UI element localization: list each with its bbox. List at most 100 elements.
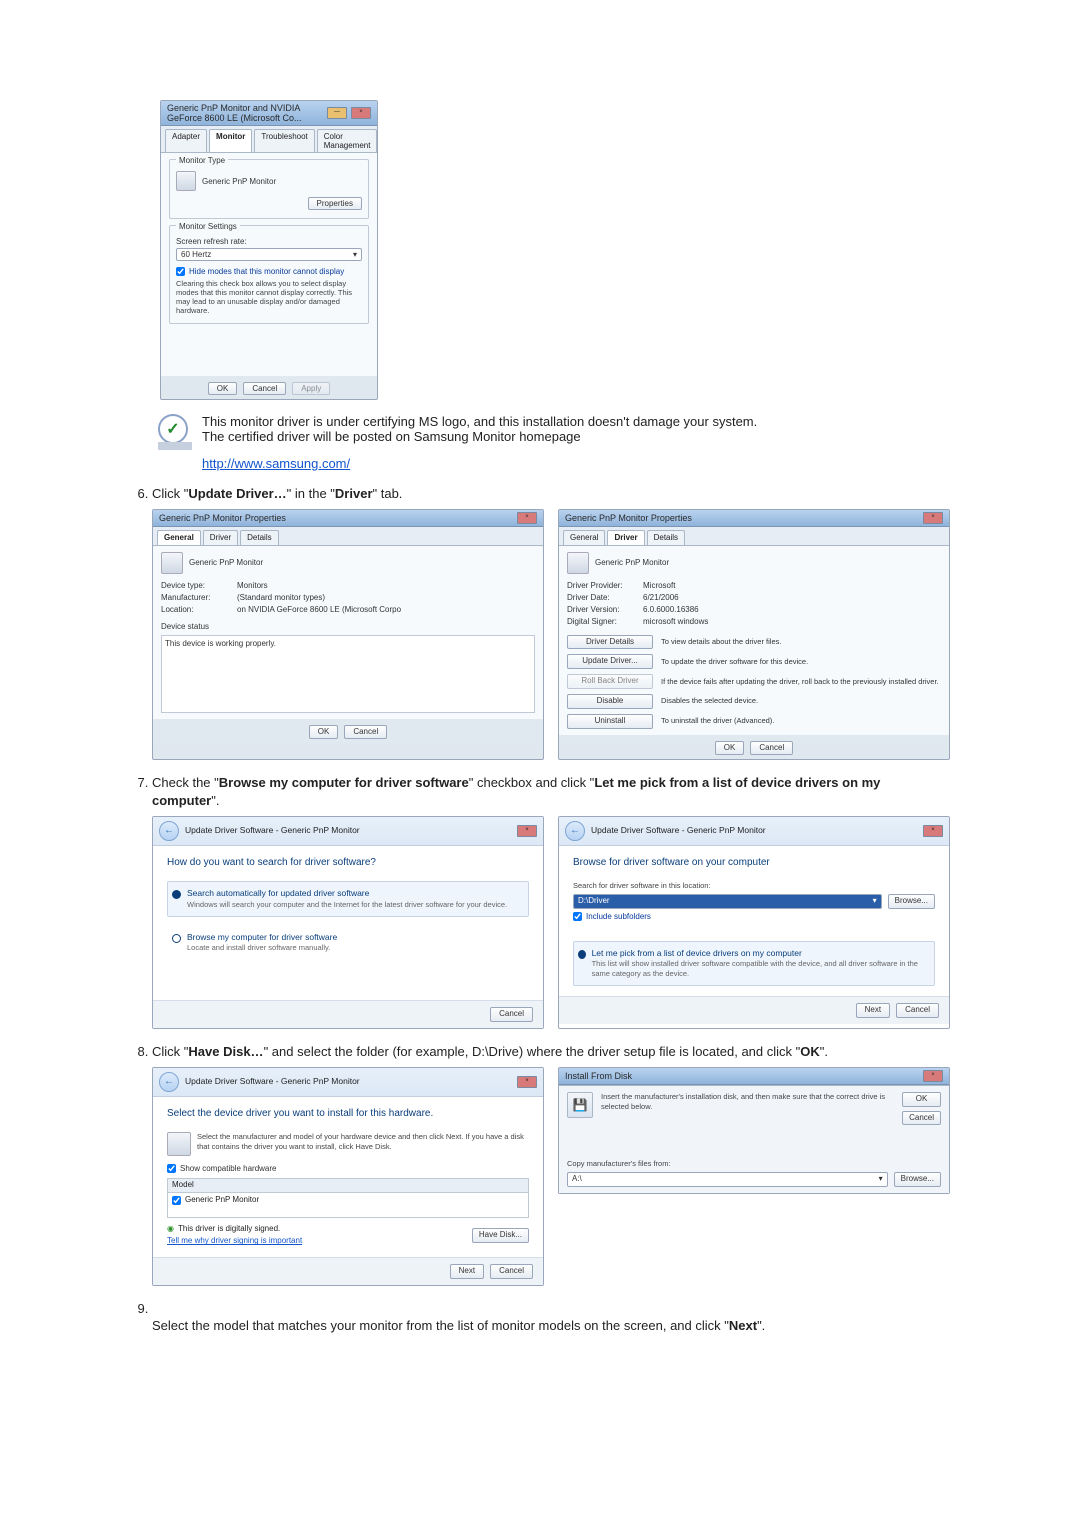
- compatible-checkbox[interactable]: Show compatible hardware: [167, 1164, 529, 1175]
- monitor-icon: [161, 552, 183, 574]
- window-title: Generic PnP Monitor Properties: [159, 512, 286, 524]
- back-icon[interactable]: ←: [159, 1072, 179, 1092]
- model-header: Model: [168, 1179, 528, 1193]
- screenshot-update-wizard-browse: ← Update Driver Software - Generic PnP M…: [558, 816, 950, 1029]
- have-disk-button[interactable]: Have Disk...: [472, 1228, 529, 1243]
- chevron-down-icon: ▾: [879, 1174, 883, 1185]
- tab-general[interactable]: General: [563, 530, 605, 546]
- cancel-button[interactable]: Cancel: [750, 741, 793, 756]
- disable-button[interactable]: Disable: [567, 694, 653, 709]
- monitor-icon: [567, 552, 589, 574]
- step-8: Click "Have Disk…" and select the folder…: [152, 1043, 950, 1286]
- uninstall-button[interactable]: Uninstall: [567, 714, 653, 729]
- ok-button[interactable]: OK: [208, 382, 238, 395]
- chevron-down-icon: ▾: [353, 250, 357, 259]
- tab-monitor[interactable]: Monitor: [209, 129, 252, 152]
- cancel-button[interactable]: Cancel: [344, 725, 387, 740]
- hide-modes-desc: Clearing this check box allows you to se…: [176, 279, 362, 315]
- tab-details[interactable]: Details: [647, 530, 685, 546]
- tab-adapter[interactable]: Adapter: [165, 129, 207, 152]
- monitor-icon: [167, 1132, 191, 1156]
- device-name: Generic PnP Monitor: [595, 558, 669, 569]
- close-icon: ×: [923, 1070, 943, 1082]
- disk-icon: 💾: [567, 1092, 593, 1118]
- browse-button[interactable]: Browse...: [888, 894, 935, 909]
- screenshot-update-wizard-search: ← Update Driver Software - Generic PnP M…: [152, 816, 544, 1029]
- group-monitor-type: Monitor Type: [176, 156, 228, 165]
- rollback-driver-button[interactable]: Roll Back Driver: [567, 674, 653, 689]
- path-combo[interactable]: D:\Driver▾: [573, 894, 882, 909]
- step-6: Click "Update Driver…" in the "Driver" t…: [152, 485, 950, 760]
- why-signing-link[interactable]: Tell me why driver signing is important: [167, 1236, 302, 1245]
- cancel-button[interactable]: Cancel: [243, 382, 286, 395]
- screenshot-install-from-disk: Install From Disk × 💾 Insert the manufac…: [558, 1067, 950, 1195]
- back-icon[interactable]: ←: [159, 821, 179, 841]
- cancel-button[interactable]: Cancel: [490, 1007, 533, 1022]
- close-icon: ×: [923, 512, 943, 524]
- search-location-label: Search for driver software in this locat…: [573, 881, 935, 891]
- cancel-button[interactable]: Cancel: [490, 1264, 533, 1279]
- step-9: Select the model that matches your monit…: [152, 1300, 950, 1335]
- next-button[interactable]: Next: [856, 1003, 890, 1018]
- driver-details-button[interactable]: Driver Details: [567, 635, 653, 650]
- next-button[interactable]: Next: [450, 1264, 484, 1279]
- tab-driver[interactable]: Driver: [607, 530, 644, 546]
- close-icon: ×: [351, 107, 371, 119]
- wizard-question: Browse for driver software on your compu…: [573, 856, 935, 870]
- properties-button[interactable]: Properties: [308, 197, 362, 210]
- screenshot-general-tab: Generic PnP Monitor Properties × General…: [152, 509, 544, 761]
- hide-modes-checkbox[interactable]: Hide modes that this monitor cannot disp…: [176, 267, 362, 276]
- window-title: Generic PnP Monitor and NVIDIA GeForce 8…: [167, 103, 327, 123]
- screenshot-select-driver: ← Update Driver Software - Generic PnP M…: [152, 1067, 544, 1286]
- browse-button[interactable]: Browse...: [894, 1172, 941, 1187]
- samsung-link[interactable]: http://www.samsung.com/: [202, 456, 350, 471]
- tab-troubleshoot[interactable]: Troubleshoot: [254, 129, 314, 152]
- wizard-crumb: Update Driver Software - Generic PnP Mon…: [185, 825, 360, 836]
- monitor-name: Generic PnP Monitor: [202, 177, 276, 186]
- tab-details[interactable]: Details: [240, 530, 278, 546]
- model-row[interactable]: Generic PnP Monitor: [168, 1193, 528, 1208]
- stand-icon: [158, 442, 192, 450]
- close-icon: ×: [923, 825, 943, 837]
- device-status-box: This device is working properly.: [161, 635, 535, 713]
- refresh-label: Screen refresh rate:: [176, 237, 362, 246]
- tab-general[interactable]: General: [157, 530, 201, 546]
- min-icon: —: [327, 107, 347, 119]
- close-icon: ×: [517, 512, 537, 524]
- tab-colormgmt[interactable]: Color Management: [317, 129, 378, 152]
- cancel-button[interactable]: Cancel: [902, 1111, 941, 1126]
- wizard-crumb: Update Driver Software - Generic PnP Mon…: [185, 1076, 360, 1087]
- update-driver-button[interactable]: Update Driver...: [567, 654, 653, 669]
- wizard-crumb: Update Driver Software - Generic PnP Mon…: [591, 825, 766, 836]
- note-line1: This monitor driver is under certifying …: [202, 414, 757, 429]
- copy-path-combo[interactable]: A:\▾: [567, 1172, 888, 1187]
- monitor-icon: [176, 171, 196, 191]
- screenshot-driver-tab: Generic PnP Monitor Properties × General…: [558, 509, 950, 761]
- opt-search-auto[interactable]: Search automatically for updated driver …: [167, 881, 529, 917]
- back-icon[interactable]: ←: [565, 821, 585, 841]
- device-status-label: Device status: [161, 622, 535, 633]
- device-name: Generic PnP Monitor: [189, 558, 263, 569]
- copy-label: Copy manufacturer's files from:: [567, 1159, 941, 1169]
- opt-let-me-pick[interactable]: Let me pick from a list of device driver…: [573, 941, 935, 987]
- tab-driver[interactable]: Driver: [203, 530, 238, 546]
- refresh-select[interactable]: 60 Hertz ▾: [176, 248, 362, 261]
- apply-button[interactable]: Apply: [292, 382, 330, 395]
- ok-button[interactable]: OK: [309, 725, 339, 740]
- window-title: Generic PnP Monitor Properties: [565, 512, 692, 524]
- cancel-button[interactable]: Cancel: [896, 1003, 939, 1018]
- window-title: Install From Disk: [565, 1070, 632, 1082]
- step-7: Check the "Browse my computer for driver…: [152, 774, 950, 1029]
- close-icon: ×: [517, 825, 537, 837]
- wizard-question: Select the device driver you want to ins…: [167, 1107, 529, 1121]
- ok-button[interactable]: OK: [715, 741, 745, 756]
- screenshot-monitor-properties: Generic PnP Monitor and NVIDIA GeForce 8…: [160, 100, 378, 400]
- include-subfolders-checkbox[interactable]: Include subfolders: [573, 912, 935, 923]
- close-icon: ×: [517, 1076, 537, 1088]
- opt-browse[interactable]: Browse my computer for driver software L…: [167, 925, 529, 961]
- chevron-down-icon: ▾: [873, 896, 877, 907]
- install-msg: Insert the manufacturer's installation d…: [601, 1092, 894, 1126]
- check-icon: ✓: [158, 414, 188, 444]
- ok-button[interactable]: OK: [902, 1092, 941, 1107]
- wizard-question: How do you want to search for driver sof…: [167, 856, 529, 870]
